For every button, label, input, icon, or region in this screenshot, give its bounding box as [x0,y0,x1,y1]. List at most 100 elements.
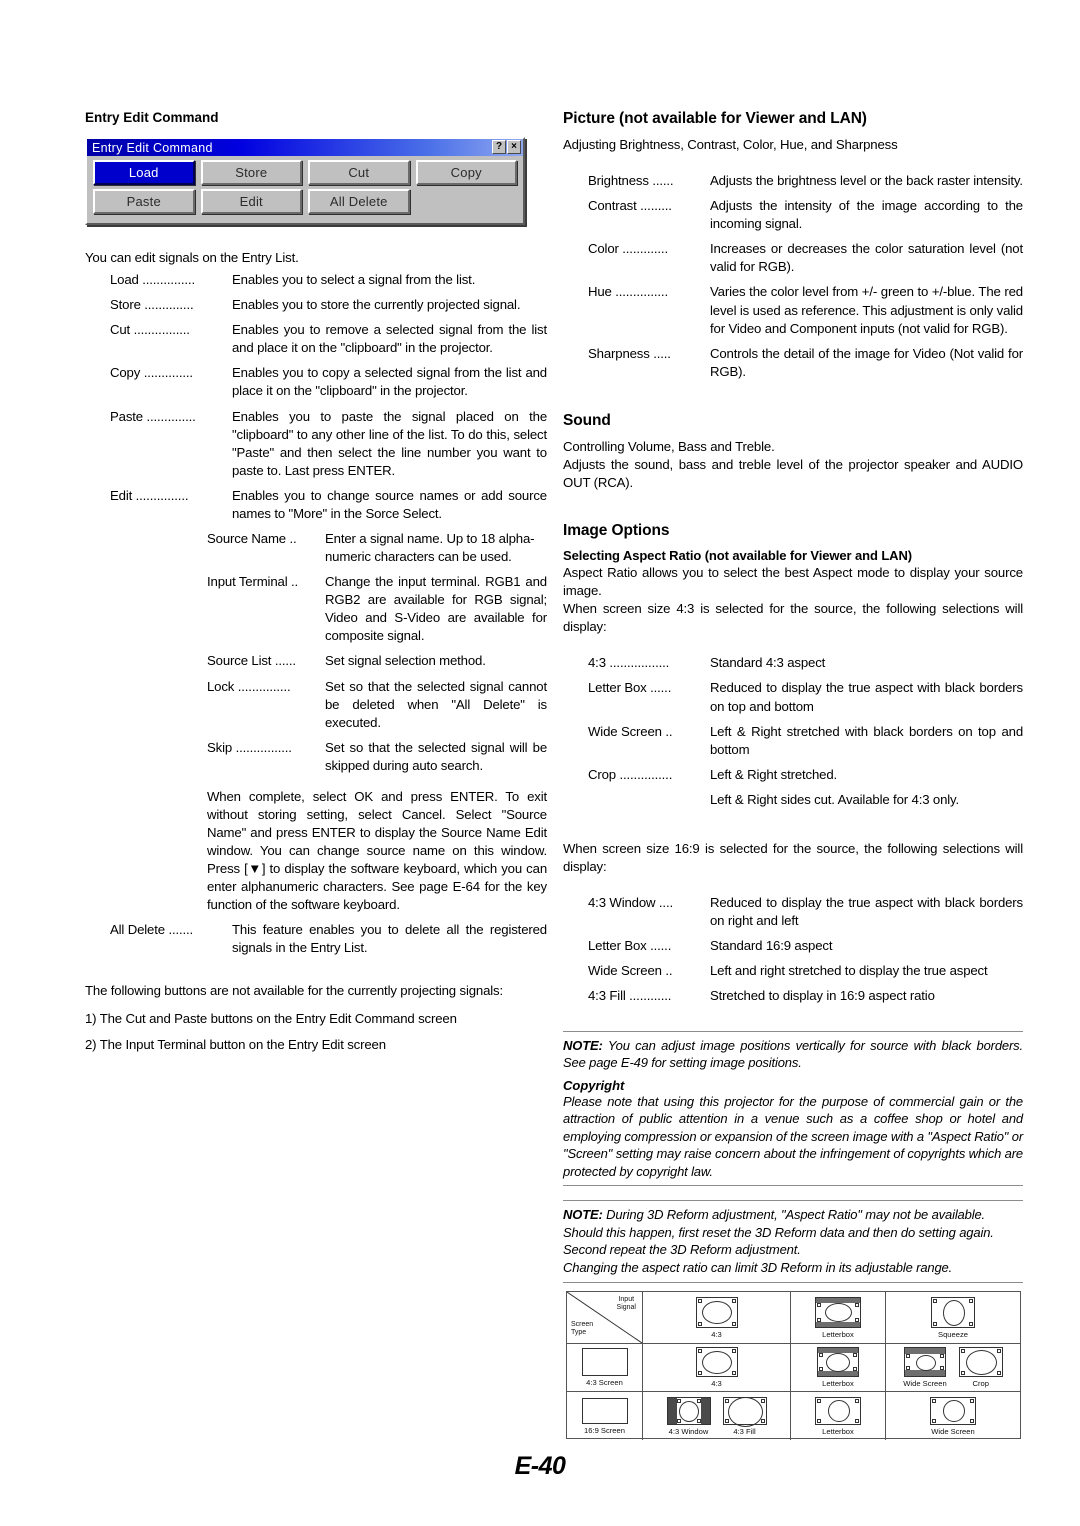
diagram-letterbox: Letterbox [817,1347,859,1388]
note-block-2: NOTE: During 3D Reform adjustment, "Aspe… [563,1200,1023,1283]
cell-169-screen-letterbox: Letterbox [791,1392,886,1440]
definition-row: Copy .............. Enables you to copy … [110,364,547,400]
definition-row: Sharpness ..... Controls the detail of t… [588,345,1023,381]
definition-term: All Delete ....... [110,921,194,937]
definition-term: Paste .............. [110,408,196,424]
edit-button[interactable]: Edit [200,189,302,214]
black-bar-bottom [816,1321,860,1327]
circle-shape [915,1355,936,1371]
definition-row: Color ............. Increases or decreas… [588,240,1023,276]
corner-mark [853,1353,857,1357]
right-column: Picture (not available for Viewer and LA… [563,110,1023,1283]
screen-box [958,1347,1003,1377]
definition-term: 4:3 Window .... [588,895,673,911]
cell-43-screen-letterbox: Letterbox [791,1344,886,1392]
store-button[interactable]: Store [200,160,302,185]
definition-desc: Left and right stretched to display the … [710,963,988,979]
definition-row: Source List ...... Set signal selection … [207,652,547,670]
sound-line-2: Adjusts the sound, bass and treble level… [563,456,1023,491]
definition-row: Skip ................ Set so that the se… [207,739,547,775]
corner-mark [731,1321,736,1326]
all-delete-button[interactable]: All Delete [308,189,410,214]
corner-mark [724,1398,729,1403]
definition-desc: This feature enables you to delete all t… [232,921,547,955]
definition-row: 4:3 Fill ............ Stretched to displ… [588,987,1023,1005]
row-label: 4:3 Screen [586,1378,623,1387]
definition-desc: Enables you to paste the signal placed o… [232,408,547,478]
diagram-caption: Letterbox [822,1426,854,1436]
diagram-crop: Crop [958,1347,1003,1388]
definition-term: Letter Box ...... [588,680,672,696]
corner-mark [731,1298,736,1303]
circle-shape [943,1299,965,1326]
row-label-43-screen: 4:3 Screen [567,1344,643,1392]
corner-mark [905,1366,910,1370]
definition-row: Letter Box ...... Standard 16:9 aspect [588,937,1023,955]
help-icon[interactable]: ? [492,140,506,154]
input-signal-label: Input Signal [616,1296,636,1312]
left-column: Entry Edit Command Entry Edit Command ? … [85,110,547,1054]
diagram-caption: Letterbox [822,1329,854,1339]
definition-desc: Increases or decreases the color saturat… [710,241,1023,275]
definition-term: 4:3 Fill ............ [588,988,672,1004]
picture-heading: Picture (not available for Viewer and LA… [563,110,867,127]
close-icon[interactable]: × [507,140,521,154]
aspect-ratio-para-1: Aspect Ratio allows you to select the be… [563,565,1023,599]
definition-term: Input Terminal .. [207,574,299,590]
note-1-text: NOTE: You can adjust image positions ver… [563,1037,1023,1072]
definition-term [588,791,710,809]
diagram-caption: Letterbox [822,1379,854,1388]
corner-mark [724,1418,729,1423]
corner-mark [817,1317,821,1322]
definition-row: All Delete ....... This feature enables … [110,921,547,957]
definition-term: Hue ............... [588,284,668,300]
definition-row: Left & Right sides cut. Available for 4:… [588,791,1023,809]
entry-edit-command-heading: Entry Edit Command [85,110,219,125]
load-button[interactable]: Load [93,160,195,185]
dialog-button-grid: Load Store Cut Copy Paste Edit All Delet… [87,156,523,218]
header-cell-letterbox: Letterbox [791,1292,886,1344]
definition-term: Source Name .. [207,531,297,547]
corner-mark [696,1418,701,1423]
corner-mark [939,1366,944,1370]
definition-row: Wide Screen .. Left & Right stretched wi… [588,723,1023,759]
definition-desc: Change the input terminal. RGB1 and RGB2… [325,574,547,644]
aspect-ratio-subheading: Selecting Aspect Ratio (not available fo… [563,548,912,564]
diagram-squeeze: Squeeze [931,1296,975,1339]
diagram-caption: Crop [972,1379,989,1388]
all-delete-definition: All Delete ....... This feature enables … [85,921,547,957]
definition-term: Contrast ......... [588,198,672,214]
screen-box [695,1347,738,1377]
corner-mark [970,1418,974,1423]
header-cell-43: 4:3 [643,1292,791,1344]
circle-shape [678,1400,699,1422]
definition-desc: Stretched to display in 16:9 aspect rati… [710,988,935,1004]
definition-desc: Set so that the selected signal will be … [325,739,547,773]
note-block-1: NOTE: You can adjust image positions ver… [563,1030,1023,1187]
cut-button[interactable]: Cut [308,160,410,185]
corner-mark [731,1349,736,1353]
footer-item-1: 1) The Cut and Paste buttons on the Entr… [85,1010,457,1026]
screen-box [722,1396,767,1427]
screen-box [581,1397,628,1424]
copy-button[interactable]: Copy [415,160,517,185]
paste-button[interactable]: Paste [93,189,195,214]
entry-edit-command-dialog: Entry Edit Command ? × Load Store Cut Co… [85,137,525,225]
circle-shape [825,1302,852,1322]
aspect-169-list: 4:3 Window .... Reduced to display the t… [563,894,1023,1005]
copyright-heading: Copyright [563,1077,625,1093]
corner-mark [697,1349,702,1353]
entry-definition-list: Load ............... Enables you to sele… [85,271,547,523]
note-2-line-4: Changing the aspect ratio can limit 3D R… [563,1259,953,1275]
corner-mark [697,1321,702,1326]
corner-mark [731,1371,736,1375]
diagram-caption: 4:3 [711,1379,722,1388]
note-label: NOTE: [563,1037,603,1053]
corner-mark [696,1398,701,1403]
aspect-ratio-para-2: When screen size 4:3 is selected for the… [563,601,1023,635]
definition-desc: Enables you to change source names or ad… [232,487,547,521]
sound-heading: Sound [563,411,611,429]
screen-type-label: Screen Type [571,1320,594,1336]
entry-list-intro: You can edit signals on the Entry List. [85,250,299,265]
corner-mark [817,1398,821,1403]
